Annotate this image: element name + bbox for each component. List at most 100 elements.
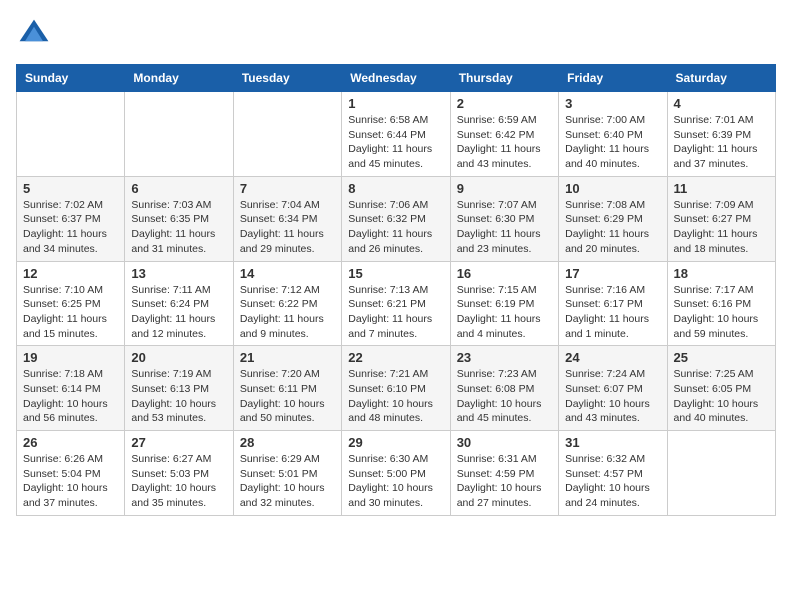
calendar-cell: 25 Sunrise: 7:25 AM Sunset: 6:05 PM Dayli… xyxy=(667,346,775,431)
day-info: Sunrise: 6:59 AM Sunset: 6:42 PM Dayligh… xyxy=(457,113,552,172)
calendar-week-5: 26 Sunrise: 6:26 AM Sunset: 5:04 PM Dayli… xyxy=(17,431,776,516)
calendar-cell: 1 Sunrise: 6:58 AM Sunset: 6:44 PM Daylig… xyxy=(342,92,450,177)
day-info: Sunrise: 7:00 AM Sunset: 6:40 PM Dayligh… xyxy=(565,113,660,172)
day-number: 26 xyxy=(23,435,118,450)
day-info: Sunrise: 7:23 AM Sunset: 6:08 PM Dayligh… xyxy=(457,367,552,426)
calendar-cell: 30Sunrise: 6:31 AM Sunset: 4:59 PM Dayli… xyxy=(450,431,558,516)
day-number: 27 xyxy=(131,435,226,450)
day-info: Sunrise: 7:18 AM Sunset: 6:14 PM Dayligh… xyxy=(23,367,118,426)
day-info: Sunrise: 7:19 AM Sunset: 6:13 PM Dayligh… xyxy=(131,367,226,426)
calendar-table: SundayMondayTuesdayWednesdayThursdayFrid… xyxy=(16,64,776,516)
day-info: Sunrise: 7:06 AM Sunset: 6:32 PM Dayligh… xyxy=(348,198,443,257)
day-number: 8 xyxy=(348,181,443,196)
day-info: Sunrise: 7:09 AM Sunset: 6:27 PM Dayligh… xyxy=(674,198,769,257)
weekday-header-friday: Friday xyxy=(559,65,667,92)
logo-icon xyxy=(16,16,52,52)
day-info: Sunrise: 7:16 AM Sunset: 6:17 PM Dayligh… xyxy=(565,283,660,342)
day-info: Sunrise: 7:03 AM Sunset: 6:35 PM Dayligh… xyxy=(131,198,226,257)
day-number: 15 xyxy=(348,266,443,281)
calendar-week-2: 5 Sunrise: 7:02 AM Sunset: 6:37 PM Daylig… xyxy=(17,176,776,261)
calendar-cell: 4 Sunrise: 7:01 AM Sunset: 6:39 PM Daylig… xyxy=(667,92,775,177)
day-number: 19 xyxy=(23,350,118,365)
day-info: Sunrise: 7:01 AM Sunset: 6:39 PM Dayligh… xyxy=(674,113,769,172)
day-number: 22 xyxy=(348,350,443,365)
calendar-cell: 17Sunrise: 7:16 AM Sunset: 6:17 PM Dayli… xyxy=(559,261,667,346)
calendar-cell: 28Sunrise: 6:29 AM Sunset: 5:01 PM Dayli… xyxy=(233,431,341,516)
calendar-cell xyxy=(667,431,775,516)
day-number: 18 xyxy=(674,266,769,281)
calendar-cell: 7Sunrise: 7:04 AM Sunset: 6:34 PM Daylig… xyxy=(233,176,341,261)
day-number: 6 xyxy=(131,181,226,196)
day-info: Sunrise: 7:17 AM Sunset: 6:16 PM Dayligh… xyxy=(674,283,769,342)
day-number: 14 xyxy=(240,266,335,281)
day-info: Sunrise: 7:15 AM Sunset: 6:19 PM Dayligh… xyxy=(457,283,552,342)
page-header xyxy=(16,16,776,52)
day-number: 24 xyxy=(565,350,660,365)
calendar-cell: 6 Sunrise: 7:03 AM Sunset: 6:35 PM Daylig… xyxy=(125,176,233,261)
calendar-week-1: 1 Sunrise: 6:58 AM Sunset: 6:44 PM Daylig… xyxy=(17,92,776,177)
day-info: Sunrise: 6:58 AM Sunset: 6:44 PM Dayligh… xyxy=(348,113,443,172)
calendar-cell: 23Sunrise: 7:23 AM Sunset: 6:08 PM Dayli… xyxy=(450,346,558,431)
day-number: 20 xyxy=(131,350,226,365)
weekday-header-sunday: Sunday xyxy=(17,65,125,92)
day-info: Sunrise: 6:26 AM Sunset: 5:04 PM Dayligh… xyxy=(23,452,118,511)
calendar-week-3: 12Sunrise: 7:10 AM Sunset: 6:25 PM Dayli… xyxy=(17,261,776,346)
weekday-header-row: SundayMondayTuesdayWednesdayThursdayFrid… xyxy=(17,65,776,92)
day-number: 3 xyxy=(565,96,660,111)
calendar-cell: 10 Sunrise: 7:08 AM Sunset: 6:29 PM Dayli… xyxy=(559,176,667,261)
calendar-cell xyxy=(125,92,233,177)
weekday-header-monday: Monday xyxy=(125,65,233,92)
day-info: Sunrise: 7:02 AM Sunset: 6:37 PM Dayligh… xyxy=(23,198,118,257)
day-number: 11 xyxy=(674,181,769,196)
day-number: 30 xyxy=(457,435,552,450)
day-info: Sunrise: 6:29 AM Sunset: 5:01 PM Dayligh… xyxy=(240,452,335,511)
calendar-cell: 21 Sunrise: 7:20 AM Sunset: 6:11 PM Dayli… xyxy=(233,346,341,431)
weekday-header-saturday: Saturday xyxy=(667,65,775,92)
calendar-cell: 13 Sunrise: 7:11 AM Sunset: 6:24 PM Dayli… xyxy=(125,261,233,346)
day-info: Sunrise: 7:25 AM Sunset: 6:05 PM Dayligh… xyxy=(674,367,769,426)
calendar-cell: 5 Sunrise: 7:02 AM Sunset: 6:37 PM Daylig… xyxy=(17,176,125,261)
calendar-cell: 8 Sunrise: 7:06 AM Sunset: 6:32 PM Daylig… xyxy=(342,176,450,261)
day-info: Sunrise: 7:08 AM Sunset: 6:29 PM Dayligh… xyxy=(565,198,660,257)
day-info: Sunrise: 7:07 AM Sunset: 6:30 PM Dayligh… xyxy=(457,198,552,257)
calendar-cell: 20 Sunrise: 7:19 AM Sunset: 6:13 PM Dayli… xyxy=(125,346,233,431)
day-number: 13 xyxy=(131,266,226,281)
calendar-cell: 2 Sunrise: 6:59 AM Sunset: 6:42 PM Daylig… xyxy=(450,92,558,177)
day-number: 25 xyxy=(674,350,769,365)
calendar-cell: 27 Sunrise: 6:27 AM Sunset: 5:03 PM Dayli… xyxy=(125,431,233,516)
calendar-body: 1 Sunrise: 6:58 AM Sunset: 6:44 PM Daylig… xyxy=(17,92,776,516)
calendar-cell: 26 Sunrise: 6:26 AM Sunset: 5:04 PM Dayli… xyxy=(17,431,125,516)
calendar-cell: 29 Sunrise: 6:30 AM Sunset: 5:00 PM Dayli… xyxy=(342,431,450,516)
day-info: Sunrise: 7:20 AM Sunset: 6:11 PM Dayligh… xyxy=(240,367,335,426)
day-info: Sunrise: 7:13 AM Sunset: 6:21 PM Dayligh… xyxy=(348,283,443,342)
day-number: 1 xyxy=(348,96,443,111)
day-number: 2 xyxy=(457,96,552,111)
calendar-cell: 14 Sunrise: 7:12 AM Sunset: 6:22 PM Dayli… xyxy=(233,261,341,346)
day-number: 10 xyxy=(565,181,660,196)
day-info: Sunrise: 7:11 AM Sunset: 6:24 PM Dayligh… xyxy=(131,283,226,342)
day-number: 16 xyxy=(457,266,552,281)
day-number: 7 xyxy=(240,181,335,196)
calendar-cell: 18 Sunrise: 7:17 AM Sunset: 6:16 PM Dayli… xyxy=(667,261,775,346)
calendar-cell: 16 Sunrise: 7:15 AM Sunset: 6:19 PM Dayli… xyxy=(450,261,558,346)
day-info: Sunrise: 6:30 AM Sunset: 5:00 PM Dayligh… xyxy=(348,452,443,511)
logo xyxy=(16,16,56,52)
weekday-header-wednesday: Wednesday xyxy=(342,65,450,92)
day-info: Sunrise: 7:21 AM Sunset: 6:10 PM Dayligh… xyxy=(348,367,443,426)
calendar-week-4: 19 Sunrise: 7:18 AM Sunset: 6:14 PM Dayli… xyxy=(17,346,776,431)
day-number: 5 xyxy=(23,181,118,196)
day-info: Sunrise: 7:24 AM Sunset: 6:07 PM Dayligh… xyxy=(565,367,660,426)
calendar-header: SundayMondayTuesdayWednesdayThursdayFrid… xyxy=(17,65,776,92)
day-number: 4 xyxy=(674,96,769,111)
day-number: 29 xyxy=(348,435,443,450)
calendar-cell xyxy=(17,92,125,177)
day-info: Sunrise: 7:12 AM Sunset: 6:22 PM Dayligh… xyxy=(240,283,335,342)
calendar-cell: 3 Sunrise: 7:00 AM Sunset: 6:40 PM Daylig… xyxy=(559,92,667,177)
day-number: 21 xyxy=(240,350,335,365)
day-info: Sunrise: 6:27 AM Sunset: 5:03 PM Dayligh… xyxy=(131,452,226,511)
day-number: 9 xyxy=(457,181,552,196)
day-info: Sunrise: 6:32 AM Sunset: 4:57 PM Dayligh… xyxy=(565,452,660,511)
calendar-cell: 12Sunrise: 7:10 AM Sunset: 6:25 PM Dayli… xyxy=(17,261,125,346)
calendar-cell: 31Sunrise: 6:32 AM Sunset: 4:57 PM Dayli… xyxy=(559,431,667,516)
calendar-cell: 24 Sunrise: 7:24 AM Sunset: 6:07 PM Dayli… xyxy=(559,346,667,431)
